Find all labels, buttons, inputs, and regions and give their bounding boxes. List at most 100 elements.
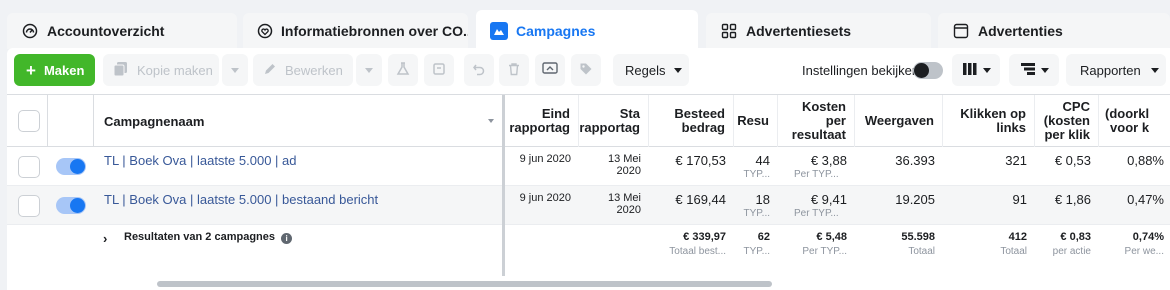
chevron-down-icon	[1150, 67, 1159, 73]
link-clicks: 321	[1005, 153, 1027, 168]
cpc: € 1,86	[1054, 192, 1091, 207]
archive-button[interactable]	[424, 54, 454, 86]
header-line: CPC	[1062, 99, 1090, 114]
archive-icon	[432, 62, 446, 79]
tab-accountoverzicht[interactable]: Accountoverzicht	[7, 13, 237, 49]
duplicate-button[interactable]: Kopie maken	[103, 54, 219, 86]
column-header-end[interactable]: Eind rapportag	[505, 95, 579, 147]
tag-button[interactable]	[571, 54, 601, 86]
campaign-name-link[interactable]: TL | Boek Ova | laatste 5.000 | ad	[104, 153, 296, 168]
heart-shield-icon	[257, 22, 273, 40]
table-row[interactable]: TL | Boek Ova | laatste 5.000 | bestaand…	[7, 186, 1170, 225]
row-checkbox[interactable]	[18, 195, 40, 217]
total-link-clicks-sub: Totaal	[1000, 246, 1027, 257]
rules-button[interactable]: Regels	[613, 54, 689, 86]
create-button[interactable]: + Maken	[14, 54, 95, 86]
total-spent-sub: Totaal best...	[669, 246, 726, 257]
tab-campagnes[interactable]: Campagnes	[476, 10, 698, 52]
undo-button[interactable]	[464, 54, 494, 86]
toggle-knob	[914, 63, 929, 78]
header-line: Resu	[737, 113, 769, 128]
total-ctr-sub: Per we...	[1124, 246, 1164, 257]
folder-icon	[490, 22, 508, 40]
start-date: 13 Mei 2020	[579, 153, 641, 177]
create-button-label: Maken	[43, 62, 85, 78]
column-header-link-clicks[interactable]: Klikken op links	[943, 95, 1035, 147]
start-date-line: 2020	[616, 165, 641, 177]
column-header-spent[interactable]: Besteed bedrag	[649, 95, 734, 147]
info-icon[interactable]: i	[281, 233, 293, 244]
select-all-checkbox[interactable]	[18, 110, 40, 132]
results-value: 44	[755, 153, 770, 168]
column-divider	[47, 95, 48, 147]
preview-button[interactable]	[535, 54, 565, 86]
chevron-down-icon	[674, 67, 683, 73]
start-date-line: 13 Mei	[607, 153, 641, 165]
campaign-name-link[interactable]: TL | Boek Ova | laatste 5.000 | bestaand…	[104, 192, 378, 207]
campaign-toggle[interactable]	[56, 158, 86, 175]
header-line: per	[825, 113, 846, 128]
tab-advertentiesets[interactable]: Advertentiesets	[706, 13, 931, 49]
amount-spent: € 169,44	[675, 192, 726, 207]
header-line: Eind	[541, 106, 570, 121]
trash-icon	[507, 62, 521, 79]
expand-chevron-icon[interactable]: ›	[103, 231, 107, 246]
edit-button[interactable]: Bewerken	[253, 54, 353, 86]
tab-advertenties[interactable]: Advertenties	[938, 13, 1170, 49]
column-header-name[interactable]: Campagnenaam	[104, 114, 204, 129]
column-divider	[93, 95, 94, 147]
reports-button-label: Rapporten	[1080, 62, 1141, 78]
totals-label: Resultaten van 2 campagnes i	[124, 231, 293, 244]
totals-label-text: Resultaten van 2 campagnes	[124, 231, 276, 243]
tag-icon	[579, 62, 593, 79]
column-header-impressions[interactable]: Weergaven	[855, 95, 943, 147]
undo-icon	[472, 62, 486, 79]
end-date: 9 jun 2020	[519, 153, 571, 165]
columns-button[interactable]	[952, 54, 1000, 86]
cost-per-result-type: Per TYP...	[794, 169, 839, 180]
ctr: 0,47%	[1127, 192, 1164, 207]
edit-button-label: Bewerken	[285, 62, 343, 78]
column-header-results[interactable]: Resu	[734, 95, 778, 147]
plus-icon: +	[26, 60, 36, 80]
amount-spent: € 170,53	[675, 153, 726, 168]
column-header-cpc[interactable]: CPC (kosten per klik	[1035, 95, 1099, 147]
horizontal-scrollbar[interactable]	[157, 281, 772, 287]
edit-dropdown[interactable]	[356, 54, 382, 86]
campaign-table: Campagnenaam Eind rapportag Sta rapportag …	[7, 94, 1170, 276]
header-line: links	[996, 120, 1026, 135]
campaign-toggle[interactable]	[56, 197, 86, 214]
duplicate-button-label: Kopie maken	[137, 62, 213, 78]
column-header-ctr[interactable]: (doorkl voor k	[1099, 95, 1170, 147]
header-line: rapportag	[509, 120, 570, 135]
delete-button[interactable]	[499, 54, 529, 86]
column-header-cost-per-result[interactable]: Kosten per resultaat	[778, 95, 855, 147]
ab-test-button[interactable]	[388, 54, 418, 86]
start-date-line: 2020	[616, 204, 641, 216]
flask-icon	[396, 61, 410, 79]
view-settings-toggle[interactable]	[913, 62, 943, 79]
tab-label: Advertenties	[978, 23, 1063, 39]
ad-window-icon	[952, 22, 970, 40]
tab-informatiebronnen[interactable]: Informatiebronnen over CO...	[243, 13, 468, 49]
header-line: Besteed	[674, 106, 725, 121]
preview-icon	[542, 61, 558, 79]
cost-per-result-type: Per TYP...	[794, 208, 839, 219]
sort-caret-icon[interactable]	[488, 119, 494, 123]
header-line: (doorkl	[1105, 106, 1150, 121]
row-checkbox[interactable]	[18, 156, 40, 178]
breakdown-button[interactable]	[1009, 54, 1059, 86]
duplicate-dropdown[interactable]	[222, 54, 248, 86]
tab-label: Advertentiesets	[746, 23, 852, 39]
reports-button[interactable]: Rapporten	[1066, 54, 1166, 86]
total-cost-per-result-sub: Per TYP...	[802, 246, 847, 257]
duplicate-icon	[113, 61, 129, 80]
total-cpc: € 0,83	[1060, 231, 1091, 243]
rules-button-label: Regels	[625, 62, 666, 78]
table-row[interactable]: TL | Boek Ova | laatste 5.000 | ad 9 jun…	[7, 147, 1170, 186]
start-date-line: 13 Mei	[607, 192, 641, 204]
column-header-start[interactable]: Sta rapportag	[579, 95, 649, 147]
chevron-down-icon	[231, 67, 239, 73]
toggle-knob	[70, 159, 85, 174]
cost-per-result: € 9,41	[810, 192, 847, 207]
